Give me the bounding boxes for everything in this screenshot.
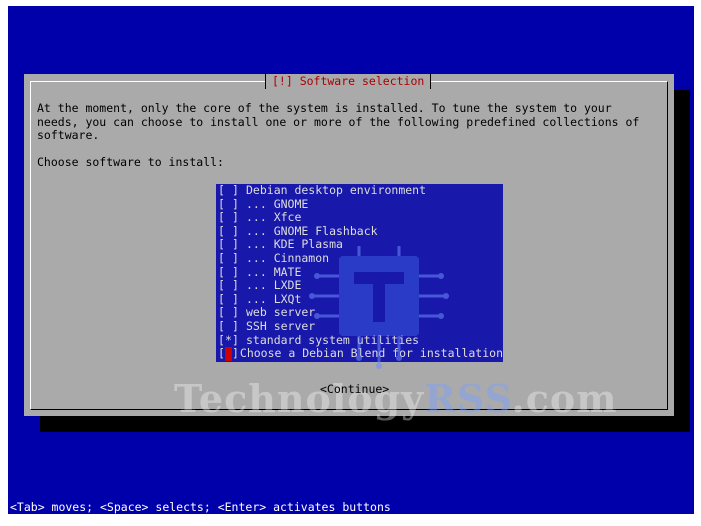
software-option[interactable]: [ ] ... GNOME Flashback	[216, 223, 503, 239]
checkbox[interactable]: [ ]	[218, 347, 240, 361]
software-option[interactable]: [ ] Debian desktop environment	[216, 184, 503, 198]
checkbox[interactable]: [ ]	[218, 211, 246, 225]
checkbox[interactable]: [ ]	[218, 184, 246, 198]
software-option[interactable]: [ ] ... LXDE	[216, 279, 503, 293]
software-option-label: ... GNOME	[246, 196, 309, 211]
checkbox[interactable]: [ ]	[218, 224, 246, 239]
software-option-label: ... Xfce	[246, 210, 302, 225]
software-option[interactable]: [ ] ... GNOME	[216, 196, 503, 212]
software-option[interactable]: [ ] SSH server	[216, 318, 503, 334]
software-option[interactable]: [ ] ... Cinnamon	[216, 250, 503, 266]
checkbox[interactable]: [ ]	[218, 238, 246, 252]
checkbox[interactable]: [ ]	[218, 197, 246, 212]
software-option[interactable]: [ ] ... KDE Plasma	[216, 238, 503, 252]
checkbox[interactable]: [*]	[218, 333, 246, 348]
software-selection-dialog: [!] Software selection At the moment, on…	[24, 74, 674, 421]
software-option-label: Debian desktop environment	[246, 184, 427, 197]
checkbox[interactable]: [ ]	[218, 292, 246, 307]
checkbox[interactable]: [ ]	[218, 265, 246, 280]
software-option[interactable]: [ ] ... LXQt	[216, 291, 503, 307]
software-option-label: SSH server	[246, 318, 316, 333]
intro-text: At the moment, only the core of the syst…	[37, 101, 640, 143]
checkbox[interactable]: [ ]	[218, 279, 246, 293]
software-option-label: ... LXDE	[246, 278, 302, 293]
software-option-label: ... Cinnamon	[246, 250, 330, 265]
checkbox[interactable]: [ ]	[218, 251, 246, 266]
software-option-label: ... GNOME Flashback	[246, 223, 378, 238]
checkbox[interactable]: [ ]	[218, 319, 246, 334]
software-option-label: ... KDE Plasma	[246, 237, 343, 252]
dialog-title: [!] Software selection	[265, 74, 432, 89]
software-list[interactable]: [ ] Debian desktop environment [ ] ... G…	[216, 184, 503, 362]
software-option-label: ... MATE	[246, 264, 302, 279]
software-option-label: Choose a Debian Blend for installation	[239, 346, 503, 361]
software-option[interactable]: [ ] ... Xfce	[216, 211, 503, 225]
software-option-label: ... LXQt	[246, 291, 302, 306]
status-bar-help: <Tab> moves; <Space> selects; <Enter> ac…	[10, 500, 391, 514]
continue-button[interactable]: <Continue>	[320, 382, 389, 396]
software-option-focused[interactable]: [ ] Choose a Debian Blend for installati…	[216, 347, 503, 361]
checkbox[interactable]: [ ]	[218, 306, 246, 320]
installer-screen: [!] Software selection At the moment, on…	[8, 6, 694, 514]
software-option-label: web server	[246, 305, 316, 320]
software-option[interactable]: [ ] ... MATE	[216, 264, 503, 280]
prompt-text: Choose software to install:	[37, 155, 224, 169]
software-option[interactable]: [ ] web server	[216, 306, 503, 320]
software-option[interactable]: [*] standard system utilities	[216, 332, 503, 348]
software-option-label: standard system utilities	[246, 332, 420, 347]
